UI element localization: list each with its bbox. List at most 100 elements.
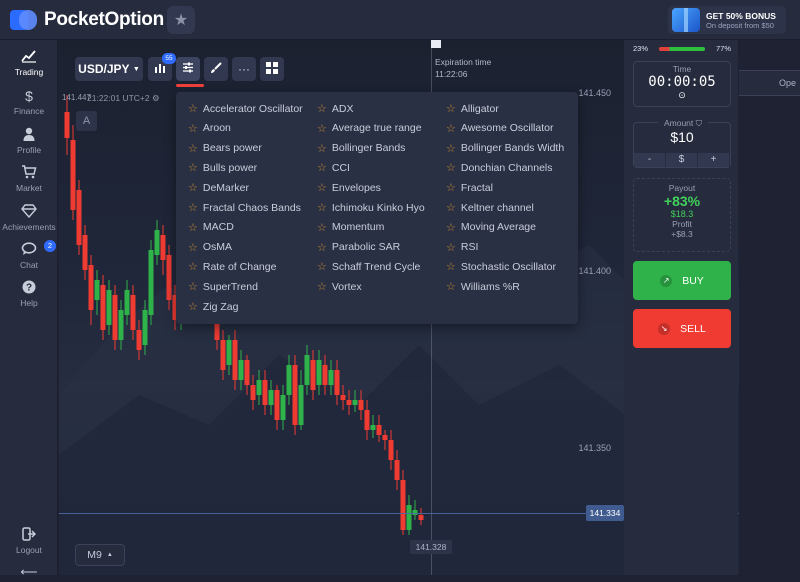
sidebar-item-help[interactable]: ? Help — [0, 280, 58, 308]
candle-body — [292, 365, 298, 425]
star-icon[interactable]: ☆ — [317, 102, 327, 115]
star-icon[interactable]: ☆ — [317, 280, 327, 293]
auto-scale-button[interactable]: A — [76, 111, 97, 131]
star-icon[interactable]: ☆ — [446, 260, 456, 273]
more-button[interactable]: ··· — [232, 57, 256, 81]
star-icon[interactable]: ☆ — [446, 102, 456, 115]
indicator-item[interactable]: ☆ Envelopes — [317, 181, 381, 195]
star-icon[interactable]: ☆ — [188, 142, 198, 155]
indicator-label: Bulls power — [202, 161, 258, 174]
indicator-item[interactable]: ☆ Awesome Oscillator — [446, 122, 553, 135]
bonus-banner[interactable]: GET 50% BONUS On deposit from $50 — [668, 6, 786, 34]
star-icon[interactable]: ☆ — [317, 122, 327, 135]
sidebar-item-finance[interactable]: $ Finance — [0, 88, 58, 116]
indicator-label: MACD — [202, 221, 234, 234]
star-icon[interactable]: ☆ — [188, 122, 198, 135]
indicator-item[interactable]: ☆ MACD — [188, 221, 234, 234]
indicator-item[interactable]: ☆ Parabolic SAR — [317, 241, 400, 254]
indicator-item[interactable]: ☆ Accelerator Oscillator — [188, 102, 303, 116]
star-icon[interactable]: ☆ — [446, 221, 456, 234]
indicator-item[interactable]: ☆ Keltner channel — [446, 201, 534, 215]
candle-body — [244, 360, 250, 385]
indicator-item[interactable]: ☆ DeMarker — [188, 181, 249, 195]
indicator-item[interactable]: ☆ Bollinger Bands Width — [446, 142, 564, 155]
indicator-item[interactable]: ☆ Vortex — [317, 280, 362, 294]
back-arrow-icon[interactable]: ⟵ — [0, 564, 58, 582]
star-icon[interactable]: ☆ — [188, 221, 198, 234]
indicator-item[interactable]: ☆ CCI — [317, 161, 350, 175]
star-icon[interactable]: ☆ — [188, 241, 198, 254]
star-icon[interactable]: ☆ — [188, 201, 198, 214]
star-icon[interactable]: ☆ — [446, 241, 456, 254]
star-icon[interactable]: ☆ — [317, 181, 327, 194]
timezone-label[interactable]: 21:22:01 UTC+2 ⚙ — [67, 93, 160, 104]
indicator-item[interactable]: ☆ Average true range — [317, 122, 422, 135]
candle-body — [340, 395, 346, 400]
indicator-item[interactable]: ☆ Bollinger Bands — [317, 142, 405, 155]
amount-minus-button[interactable]: - — [634, 153, 666, 167]
star-icon[interactable]: ☆ — [446, 201, 456, 214]
indicator-item[interactable]: ☆ Bulls power — [188, 161, 258, 175]
star-icon[interactable]: ☆ — [188, 102, 198, 115]
star-icon[interactable]: ☆ — [446, 181, 456, 194]
drawing-tools-button[interactable] — [204, 57, 228, 81]
brand-logo[interactable]: PocketOption — [10, 8, 164, 32]
amount-plus-button[interactable]: + — [698, 153, 730, 167]
sell-button[interactable]: ↘ SELL — [633, 309, 731, 348]
sidebar-item-market[interactable]: Market — [0, 165, 58, 193]
indicator-item[interactable]: ☆ Moving Average — [446, 221, 536, 234]
indicator-item[interactable]: ☆ Schaff Trend Cycle — [317, 260, 420, 274]
logout-button[interactable]: Logout — [0, 527, 58, 555]
star-icon[interactable]: ☆ — [317, 161, 327, 174]
indicator-item[interactable]: ☆ OsMA — [188, 241, 232, 254]
star-icon[interactable]: ☆ — [317, 241, 327, 254]
indicator-item[interactable]: ☆ RSI — [446, 241, 478, 254]
amount-value[interactable]: $10 — [634, 129, 730, 145]
time-value[interactable]: 00:00:05 — [634, 74, 730, 90]
currency-button[interactable]: $ — [666, 153, 698, 167]
star-icon[interactable]: ☆ — [188, 181, 198, 194]
star-icon[interactable]: ☆ — [317, 260, 327, 273]
time-box[interactable]: Time 00:00:05 ⊙ — [633, 61, 731, 107]
indicator-item[interactable]: ☆ Rate of Change — [188, 260, 276, 274]
indicator-item[interactable]: ☆ Stochastic Oscillator — [446, 260, 556, 274]
star-icon[interactable]: ☆ — [317, 142, 327, 155]
indicator-item[interactable]: ☆ Aroon — [188, 122, 231, 135]
gear-icon[interactable]: ⚙ — [152, 93, 160, 103]
amount-box[interactable]: Amount ⛉ $10 - $ + — [633, 118, 731, 168]
indicator-item[interactable]: ☆ Ichimoku Kinko Hyo — [317, 201, 425, 215]
indicator-item[interactable]: ☆ Momentum — [317, 221, 384, 234]
star-icon[interactable]: ☆ — [188, 280, 198, 293]
favorites-star-icon[interactable]: ★ — [167, 6, 195, 34]
buy-button[interactable]: ↗ BUY — [633, 261, 731, 300]
star-icon[interactable]: ☆ — [446, 161, 456, 174]
sidebar-item-achievements[interactable]: Achievements — [0, 204, 58, 232]
indicator-item[interactable]: ☆ Alligator — [446, 102, 499, 116]
indicator-item[interactable]: ☆ Fractal — [446, 181, 493, 195]
indicator-item[interactable]: ☆ Zig Zag — [188, 300, 238, 314]
sidebar-item-trading[interactable]: Trading — [0, 49, 58, 77]
candle-body — [130, 295, 136, 330]
star-icon[interactable]: ☆ — [446, 280, 456, 293]
star-icon[interactable]: ☆ — [317, 221, 327, 234]
indicator-item[interactable]: ☆ Donchian Channels — [446, 161, 553, 175]
clock-icon[interactable]: ⊙ — [634, 90, 730, 101]
indicator-item[interactable]: ☆ Williams %R — [446, 280, 520, 294]
sidebar-item-profile[interactable]: Profile — [0, 127, 58, 155]
timeframe-selector[interactable]: M9 ▲ — [75, 544, 125, 566]
indicator-item[interactable]: ☆ SuperTrend — [188, 280, 258, 294]
tab-opened[interactable]: Ope — [739, 70, 800, 96]
star-icon[interactable]: ☆ — [188, 260, 198, 273]
sidebar-item-chat[interactable]: 2 Chat — [0, 240, 58, 270]
indicator-item[interactable]: ☆ Fractal Chaos Bands — [188, 201, 301, 215]
star-icon[interactable]: ☆ — [188, 300, 198, 313]
layout-button[interactable] — [260, 57, 284, 81]
asset-selector[interactable]: USD/JPY ▼ — [75, 57, 143, 81]
star-icon[interactable]: ☆ — [446, 142, 456, 155]
indicators-button[interactable] — [176, 57, 200, 81]
star-icon[interactable]: ☆ — [446, 122, 456, 135]
star-icon[interactable]: ☆ — [188, 161, 198, 174]
indicator-item[interactable]: ☆ Bears power — [188, 142, 262, 155]
star-icon[interactable]: ☆ — [317, 201, 327, 214]
indicator-item[interactable]: ☆ ADX — [317, 102, 353, 116]
